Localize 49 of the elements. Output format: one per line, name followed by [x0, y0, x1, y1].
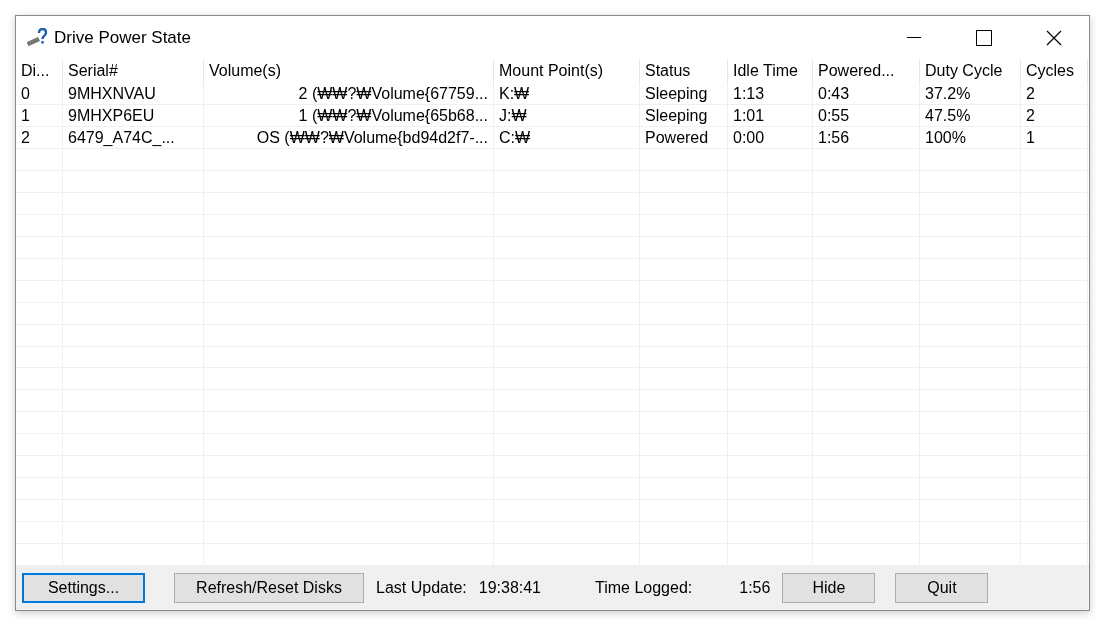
- table-cell: OS (₩₩?₩Volume{bd94d2f7-...: [204, 126, 494, 148]
- refresh-button[interactable]: Refresh/Reset Disks: [174, 573, 364, 603]
- table-cell: 9MHXP6EU: [63, 104, 204, 126]
- settings-button[interactable]: Settings...: [22, 573, 145, 603]
- minimize-icon[interactable]: [907, 37, 921, 39]
- quit-button[interactable]: Quit: [895, 573, 989, 603]
- table-cell: K:₩: [494, 82, 640, 104]
- window-title: Drive Power State: [54, 28, 192, 48]
- column-header[interactable]: Serial#: [63, 60, 204, 83]
- column-header[interactable]: Volume(s): [204, 60, 494, 83]
- table-cell: 2: [1021, 82, 1088, 104]
- table-cell: 37.2%: [920, 82, 1021, 104]
- column-header[interactable]: Di...: [16, 60, 63, 83]
- time-logged-label: Time Logged:: [595, 579, 693, 597]
- column-header[interactable]: Idle Time: [728, 60, 813, 83]
- last-update-label: Last Update:: [376, 579, 467, 597]
- hide-button[interactable]: Hide: [782, 573, 876, 603]
- time-logged-value: 1:56: [739, 579, 771, 597]
- table-cell: 1 (₩₩?₩Volume{65b68...: [204, 104, 494, 126]
- table-cell: J:₩: [494, 104, 640, 126]
- column-header[interactable]: Status: [640, 60, 728, 83]
- table-cell: 2 (₩₩?₩Volume{67759...: [204, 82, 494, 104]
- column-header[interactable]: Powered...: [813, 60, 920, 83]
- column-header[interactable]: Duty Cycle: [920, 60, 1021, 83]
- drive-question-icon: [26, 28, 48, 48]
- last-update-value: 19:38:41: [478, 579, 541, 597]
- maximize-icon[interactable]: [976, 30, 992, 46]
- table-cell: Powered: [640, 126, 728, 148]
- table-cell: 6479_A74C_...: [63, 126, 204, 148]
- table-cell: 0:43: [813, 82, 920, 104]
- table-cell: 1:56: [813, 126, 920, 148]
- table-cell: 1: [1021, 126, 1088, 148]
- table-cell: 2: [1021, 104, 1088, 126]
- table-cell: 100%: [920, 126, 1021, 148]
- column-header[interactable]: Cycles: [1021, 60, 1088, 83]
- table-cell: 1:13: [728, 82, 813, 104]
- table-cell: 1: [16, 104, 63, 126]
- table-cell: 0: [16, 82, 63, 104]
- table-cell: 0:55: [813, 104, 920, 126]
- table-cell: 0:00: [728, 126, 813, 148]
- table-cell: C:₩: [494, 126, 640, 148]
- table-cell: 2: [16, 126, 63, 148]
- table-cell: 9MHXNVAU: [63, 82, 204, 104]
- close-icon[interactable]: [1046, 30, 1062, 46]
- table-cell: 1:01: [728, 104, 813, 126]
- table-cell: Sleeping: [640, 82, 728, 104]
- table-cell: 47.5%: [920, 104, 1021, 126]
- table-cell: Sleeping: [640, 104, 728, 126]
- column-header[interactable]: Mount Point(s): [494, 60, 640, 83]
